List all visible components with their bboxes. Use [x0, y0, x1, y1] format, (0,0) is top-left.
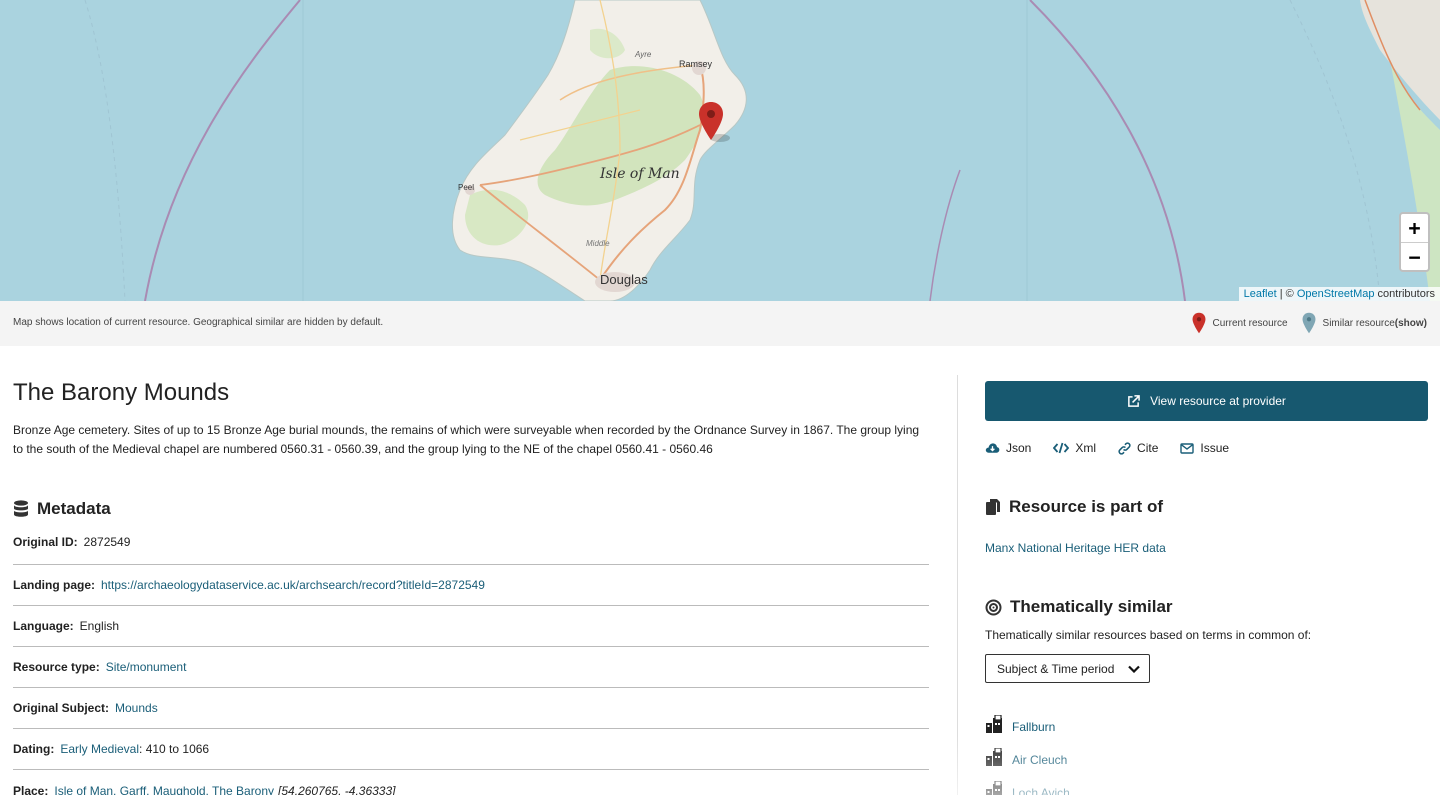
legend-similar-label: Similar resource	[1322, 317, 1395, 329]
list-item: Fallburn	[985, 701, 1428, 734]
cite-label: Cite	[1137, 441, 1159, 455]
meta-value: 2872549	[83, 535, 131, 549]
list-item: Air Cleuch	[985, 734, 1428, 767]
landing-page-link[interactable]: https://archaeologydataservice.ac.uk/arc…	[101, 578, 485, 592]
metadata-list: Original ID: 2872549 Landing page: https…	[13, 531, 929, 795]
metadata-heading-text: Metadata	[37, 499, 111, 518]
zoom-out-button[interactable]: −	[1401, 242, 1428, 270]
view-provider-label: View resource at provider	[1150, 394, 1286, 408]
current-marker-icon	[1192, 312, 1205, 334]
zoom-control: + −	[1399, 212, 1430, 272]
meta-label: Landing page:	[13, 578, 95, 592]
meta-original-id: Original ID: 2872549	[13, 531, 929, 565]
page-title: The Barony Mounds	[13, 379, 230, 406]
similarity-select[interactable]: Subject & Time period	[985, 654, 1150, 683]
resource-description: Bronze Age cemetery. Sites of up to 15 B…	[13, 423, 920, 456]
external-link-icon	[1128, 394, 1140, 407]
database-icon	[14, 500, 28, 517]
meta-label: Language:	[13, 619, 74, 633]
similar-list: Fallburn Air Cleuch Loch Avich	[985, 701, 1428, 795]
meta-original-subject: Original Subject: Mounds	[13, 688, 929, 729]
similarity-select-value: Subject & Time period	[997, 661, 1115, 676]
map-label-middle: Middle	[586, 239, 610, 248]
monument-icon	[986, 748, 1002, 766]
thematic-heading-text: Thematically similar	[1010, 597, 1173, 616]
bullseye-icon	[985, 599, 1002, 615]
leaflet-link[interactable]: Leaflet	[1244, 288, 1277, 300]
xml-label: Xml	[1075, 441, 1097, 455]
map-label-isle: Isle of Man	[599, 166, 680, 182]
map-label-douglas: Douglas	[600, 272, 648, 287]
column-divider	[957, 375, 958, 795]
subject-link[interactable]: Mounds	[115, 701, 158, 715]
chevron-down-icon	[1128, 665, 1140, 673]
similar-link[interactable]: Loch Avich	[1012, 786, 1070, 795]
monument-icon	[986, 715, 1002, 733]
meta-label: Dating:	[13, 742, 55, 756]
monument-icon	[986, 781, 1002, 795]
map-legend-bar: Map shows location of current resource. …	[0, 301, 1440, 346]
thematic-description: Thematically similar resources based on …	[985, 628, 1312, 642]
similar-marker-icon	[1302, 312, 1315, 334]
meta-dating: Dating: Early Medieval: 410 to 1066	[13, 729, 929, 770]
documents-icon	[986, 499, 1000, 515]
similar-link[interactable]: Air Cleuch	[1012, 753, 1067, 767]
meta-label: Original ID:	[13, 535, 78, 549]
part-of-heading-text: Resource is part of	[1009, 497, 1163, 516]
dating-link[interactable]: Early Medieval	[60, 742, 139, 756]
map-attribution: Leaflet | © OpenStreetMap contributors	[1238, 287, 1440, 301]
resource-details: The Barony Mounds Bronze Age cemetery. S…	[13, 346, 929, 795]
osm-link[interactable]: OpenStreetMap	[1297, 288, 1375, 300]
attribution-sep: | ©	[1276, 288, 1297, 300]
meta-landing-page: Landing page: https://archaeologydataser…	[13, 565, 929, 606]
legend-current: Current resource	[1192, 312, 1288, 334]
cloud-download-icon	[985, 443, 1000, 453]
cite-button[interactable]: Cite	[1118, 441, 1158, 455]
similar-link[interactable]: Fallburn	[1012, 720, 1055, 734]
map-label-ayre: Ayre	[634, 50, 652, 59]
json-button[interactable]: Json	[985, 441, 1031, 455]
json-label: Json	[1006, 441, 1032, 455]
map-label-ramsey: Ramsey	[679, 59, 713, 69]
meta-label: Original Subject:	[13, 701, 110, 715]
view-provider-button[interactable]: View resource at provider	[985, 381, 1428, 421]
part-of-link[interactable]: Manx National Heritage HER data	[985, 541, 1428, 555]
place-link[interactable]: Isle of Man, Garff, Maughold, The Barony	[54, 784, 274, 795]
show-similar-toggle[interactable]: (show)	[1395, 318, 1427, 329]
part-of-heading: Resource is part of	[985, 497, 1428, 517]
zoom-in-button[interactable]: +	[1401, 214, 1428, 242]
sidebar: View resource at provider Json Xml Cite	[985, 346, 1428, 795]
attribution-contributors: contributors	[1374, 288, 1435, 300]
metadata-heading: Metadata	[13, 499, 929, 519]
resource-type-link[interactable]: Site/monument	[106, 660, 187, 674]
envelope-icon	[1180, 442, 1195, 454]
meta-language: Language: English	[13, 606, 929, 647]
legend-similar: Similar resource (show)	[1302, 312, 1427, 334]
meta-resource-type: Resource type: Site/monument	[13, 647, 929, 688]
format-actions: Json Xml Cite Issue	[985, 441, 1428, 455]
code-icon	[1053, 442, 1070, 454]
map-legend: Current resource Similar resource (show)	[1178, 312, 1427, 334]
link-icon	[1118, 441, 1131, 455]
legend-current-label: Current resource	[1212, 317, 1288, 329]
meta-value: English	[79, 619, 120, 633]
list-item: Loch Avich	[985, 767, 1428, 795]
issue-button[interactable]: Issue	[1180, 441, 1229, 455]
meta-label: Place:	[13, 783, 49, 795]
xml-button[interactable]: Xml	[1053, 441, 1096, 455]
meta-value: : 410 to 1066	[139, 742, 210, 756]
thematic-heading: Thematically similar	[985, 597, 1428, 617]
meta-place: Place: Isle of Man, Garff, Maughold, The…	[13, 770, 929, 795]
map-label-peel: Peel	[458, 183, 474, 192]
current-resource-marker-icon[interactable]	[698, 100, 738, 145]
map-tiles: Isle of Man Ramsey Ayre Peel Middle Doug…	[84, 0, 1440, 301]
place-coords: [54.260765, -4.36333]	[278, 783, 396, 795]
meta-label: Resource type:	[13, 660, 100, 674]
map[interactable]: Isle of Man Ramsey Ayre Peel Middle Doug…	[0, 0, 1440, 301]
map-note: Map shows location of current resource. …	[13, 317, 384, 328]
issue-label: Issue	[1200, 441, 1230, 455]
